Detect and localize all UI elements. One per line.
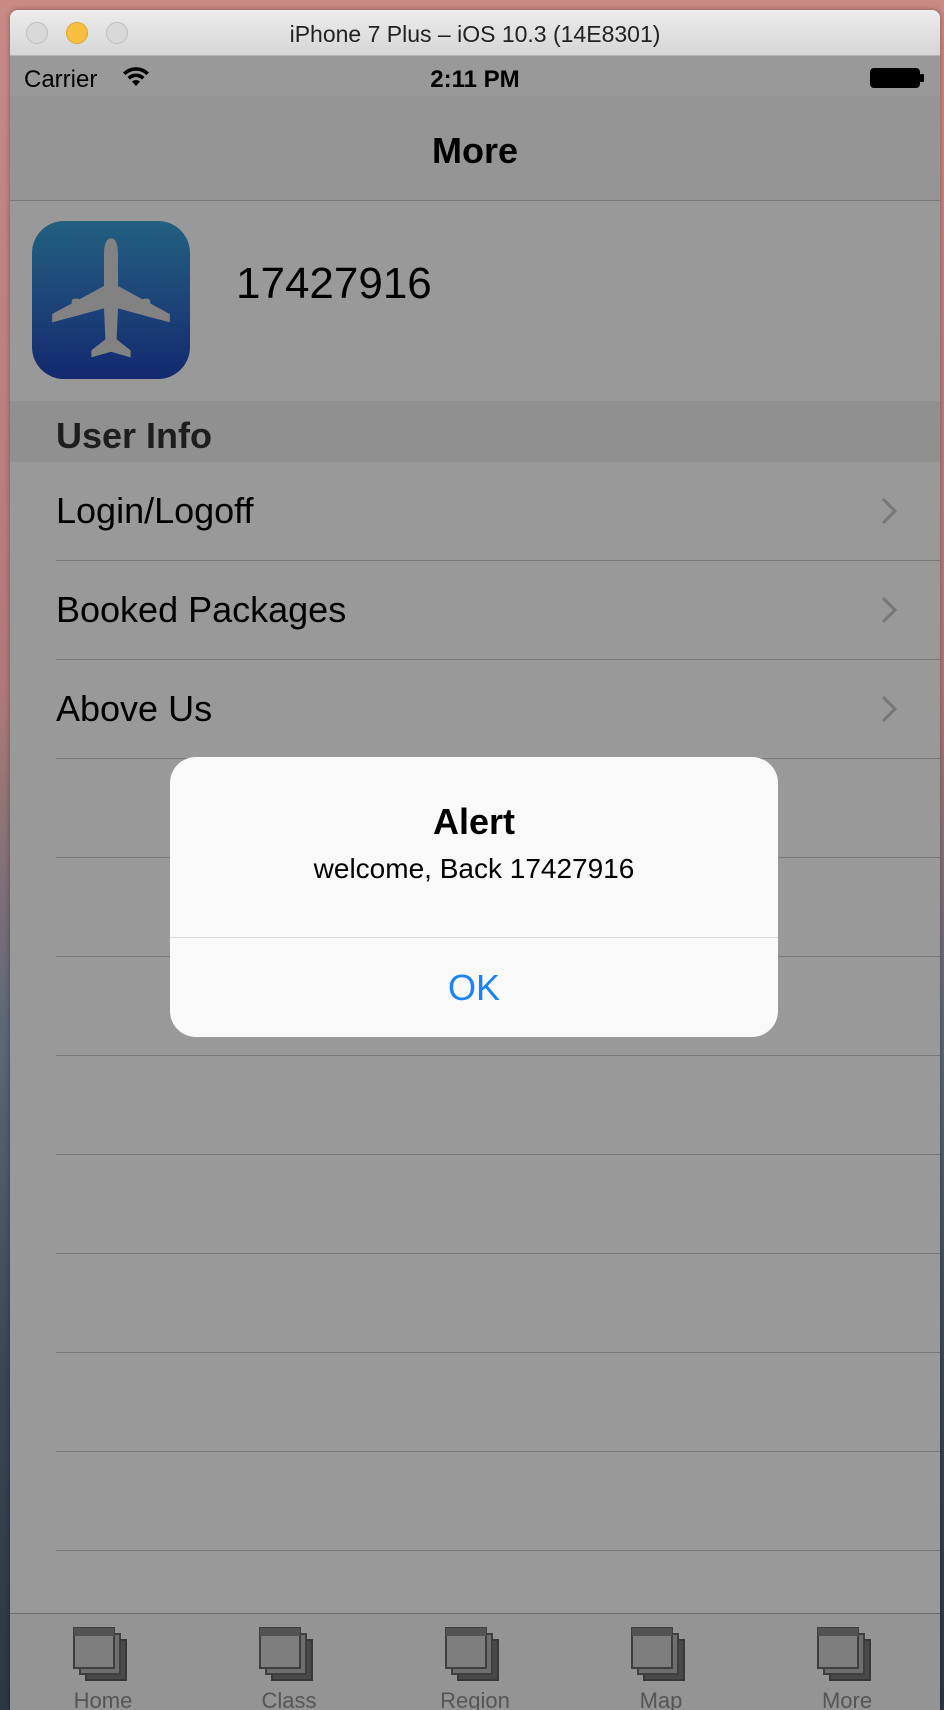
window-title: iPhone 7 Plus – iOS 10.3 (14E8301) bbox=[289, 21, 661, 47]
window-titlebar: iPhone 7 Plus – iOS 10.3 (14E8301) bbox=[10, 10, 940, 56]
simulator-window: iPhone 7 Plus – iOS 10.3 (14E8301) Carri… bbox=[10, 10, 940, 1710]
alert-dialog: Alert welcome, Back 17427916 OK bbox=[170, 757, 778, 1037]
device-screen: Carrier 2:11 PM More 17427916 User Info … bbox=[10, 56, 940, 1710]
alert-title: Alert bbox=[432, 801, 516, 842]
alert-message: welcome, Back 17427916 bbox=[313, 853, 635, 884]
alert-ok-button[interactable]: OK bbox=[170, 938, 778, 1037]
